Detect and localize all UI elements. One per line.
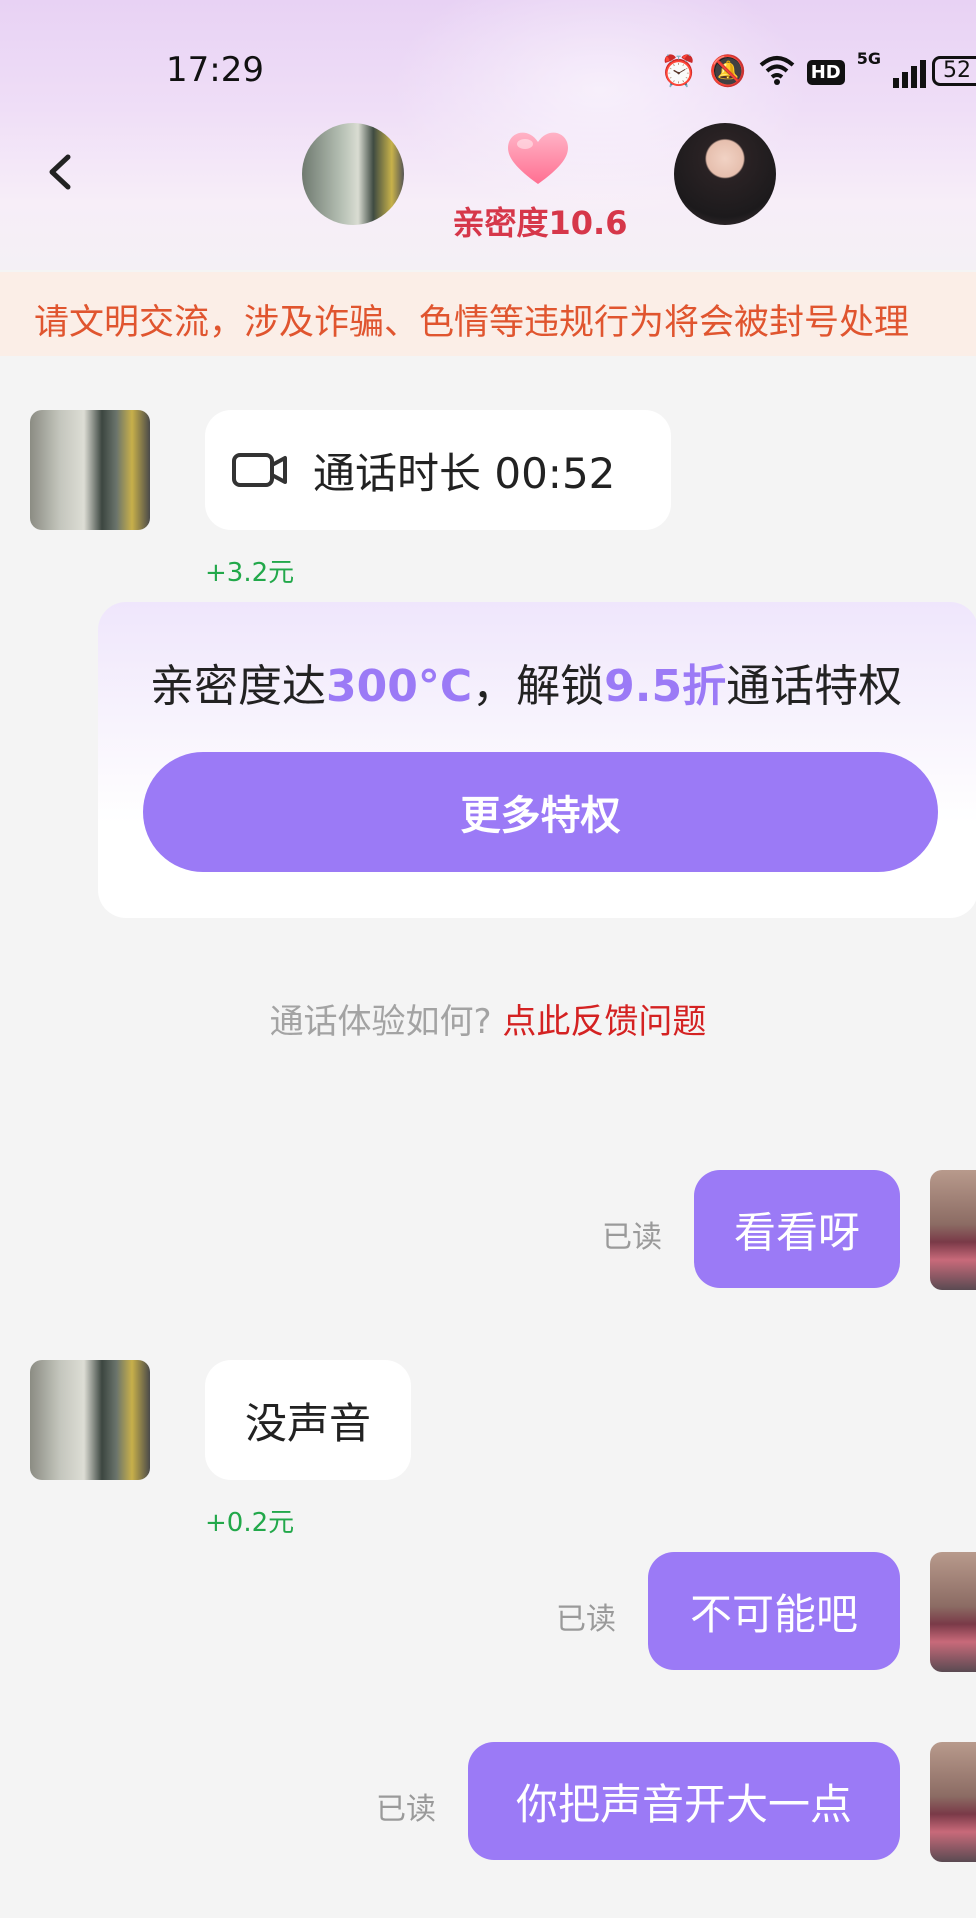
status-icons: ⏰ 🔕 HD 5G: [660, 49, 926, 92]
incoming-message-bubble[interactable]: 没声音: [205, 1360, 411, 1480]
partner-message-avatar[interactable]: [30, 1360, 150, 1480]
privilege-text-suffix: 通话特权: [726, 661, 903, 712]
notice-text: 请文明交流，涉及诈骗、色情等违规行为将会被封号处理: [34, 303, 910, 343]
mute-bell-icon: 🔕: [709, 54, 747, 89]
privilege-text-prefix: 亲密度达: [150, 661, 326, 712]
wifi-icon: [759, 55, 795, 89]
notice-banner: 请文明交流，涉及诈骗、色情等违规行为将会被封号处理: [0, 272, 976, 356]
signal-icon: [893, 56, 926, 88]
call-record-bubble[interactable]: 通话时长 00:52: [205, 410, 671, 530]
outgoing-message-bubble[interactable]: 你把声音开大一点: [468, 1742, 900, 1860]
my-avatar[interactable]: [302, 123, 404, 225]
privilege-threshold: 300°C: [326, 661, 473, 712]
heart-icon: [503, 128, 573, 188]
privilege-discount: 9.5折: [604, 661, 727, 712]
my-message-avatar[interactable]: [930, 1170, 976, 1290]
my-message-avatar[interactable]: [930, 1552, 976, 1672]
partner-message-avatar[interactable]: [30, 410, 150, 530]
earned-amount: +3.2元: [205, 558, 295, 588]
hd-badge: HD: [806, 59, 845, 85]
alarm-icon: ⏰: [660, 54, 698, 89]
partner-avatar[interactable]: [674, 123, 776, 225]
network-type: 5G: [856, 49, 881, 68]
call-duration: 通话时长 00:52: [313, 448, 616, 498]
read-status: 已读: [376, 1792, 436, 1827]
battery-indicator: 52: [932, 56, 976, 86]
privilege-text: 亲密度达300°C，解锁9.5折通话特权: [150, 650, 902, 714]
status-bar: 17:29 ⏰ 🔕 HD 5G 52: [0, 40, 976, 100]
intimacy-level: 亲密度10.6: [452, 204, 628, 242]
more-privileges-button[interactable]: 更多特权: [143, 752, 938, 872]
privilege-text-middle: ，解锁: [472, 661, 605, 712]
my-message-avatar[interactable]: [930, 1742, 976, 1862]
privilege-card: 亲密度达300°C，解锁9.5折通话特权 更多特权: [98, 602, 976, 918]
outgoing-message-bubble[interactable]: 看看呀: [694, 1170, 900, 1288]
read-status: 已读: [556, 1602, 616, 1637]
chat-header: 17:29 ⏰ 🔕 HD 5G 52 亲密度10.6: [0, 0, 976, 270]
call-feedback: 通话体验如何? 点此反馈问题: [0, 994, 976, 1043]
video-camera-icon: [232, 453, 287, 487]
feedback-link[interactable]: 点此反馈问题: [502, 1002, 706, 1042]
read-status: 已读: [602, 1220, 662, 1255]
earned-amount: +0.2元: [205, 1508, 295, 1538]
feedback-question: 通话体验如何?: [269, 1002, 492, 1042]
back-button[interactable]: [40, 145, 80, 199]
outgoing-message-bubble[interactable]: 不可能吧: [648, 1552, 900, 1670]
status-time: 17:29: [166, 50, 264, 90]
back-chevron-icon: [49, 154, 71, 190]
